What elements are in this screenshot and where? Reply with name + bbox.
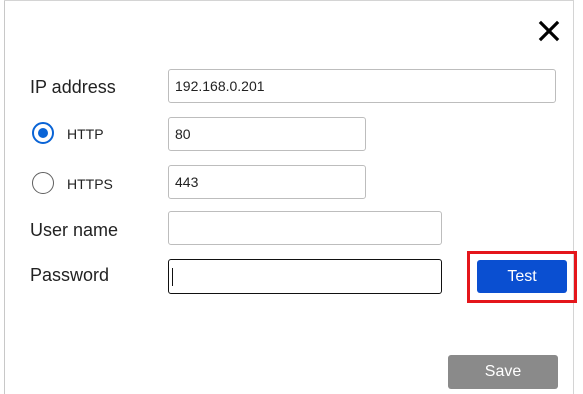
dialog-border-right <box>573 0 574 394</box>
ip-address-value: 192.168.0.201 <box>175 78 265 94</box>
user-name-field[interactable] <box>168 211 442 245</box>
https-label: HTTPS <box>67 176 113 192</box>
test-button[interactable]: Test <box>477 260 567 293</box>
password-label: Password <box>30 265 110 285</box>
http-port-field[interactable]: 80 <box>168 117 366 151</box>
text-cursor <box>172 267 173 286</box>
dialog-border-top <box>4 0 574 1</box>
user-name-label: User name <box>30 220 119 240</box>
http-radio[interactable] <box>32 122 54 144</box>
password-field[interactable] <box>168 259 442 294</box>
close-icon[interactable] <box>536 18 562 44</box>
https-radio[interactable] <box>32 172 54 194</box>
save-button[interactable]: Save <box>448 355 558 389</box>
https-port-value: 443 <box>175 174 199 190</box>
https-port-field[interactable]: 443 <box>168 165 366 199</box>
ip-address-field[interactable]: 192.168.0.201 <box>168 69 556 103</box>
http-port-value: 80 <box>175 126 191 142</box>
connection-dialog: IP address 192.168.0.201 HTTP 80 HTTPS 4… <box>0 0 583 394</box>
http-label: HTTP <box>67 126 104 142</box>
dialog-border-left <box>4 0 5 394</box>
ip-address-label: IP address <box>30 77 116 97</box>
